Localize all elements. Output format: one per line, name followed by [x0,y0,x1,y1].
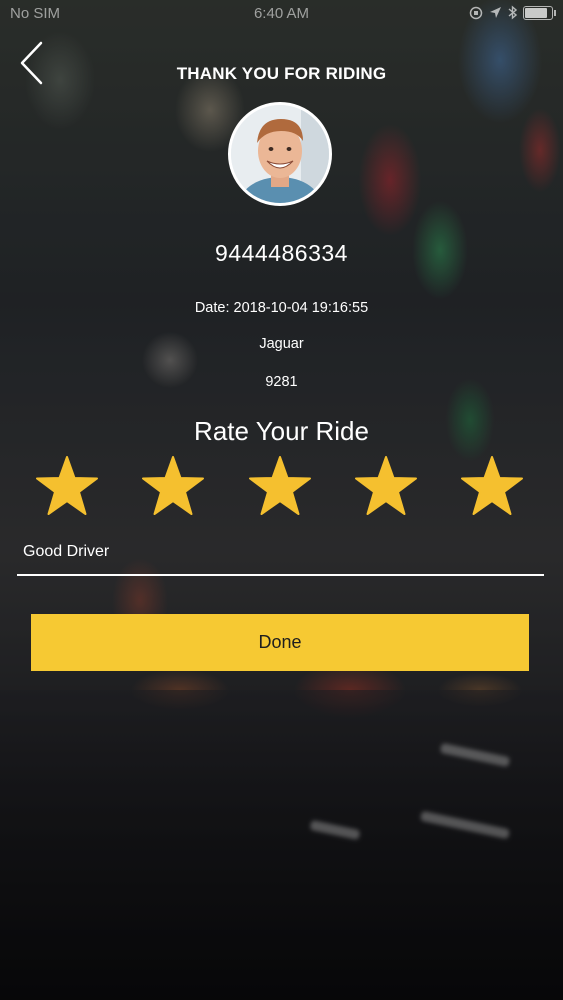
star-icon [142,456,204,515]
trip-date: Date: 2018-10-04 19:16:55 [194,300,369,316]
location-icon [490,7,501,18]
comment-input[interactable] [17,530,544,576]
star-icon [36,456,98,515]
trip-rating-screen: No SIM 6:40 AM THANK YOU FOR RIDING 9444… [0,0,563,1000]
battery-icon [523,5,556,20]
done-button[interactable]: Done [31,614,529,671]
star-icon [355,456,417,515]
car-number: 9281 [265,374,298,390]
star-5[interactable] [459,454,525,520]
status-icons [469,5,556,20]
driver-phone: 9444486334 [215,240,348,266]
star-icon [461,456,523,515]
orientation-lock-icon [469,6,483,19]
star-3[interactable] [247,454,313,520]
star-1[interactable] [34,454,100,520]
status-bar: No SIM 6:40 AM [0,0,563,30]
star-2[interactable] [140,454,206,520]
driver-avatar [228,102,332,206]
rate-title: Rate Your Ride [194,416,369,446]
page-title: THANK YOU FOR RIDING [176,64,387,83]
battery-level [525,7,547,18]
car-model: Jaguar [259,336,304,352]
star-icon [249,456,311,515]
bluetooth-icon [508,5,517,20]
star-rating [0,454,563,520]
star-4[interactable] [353,454,419,520]
